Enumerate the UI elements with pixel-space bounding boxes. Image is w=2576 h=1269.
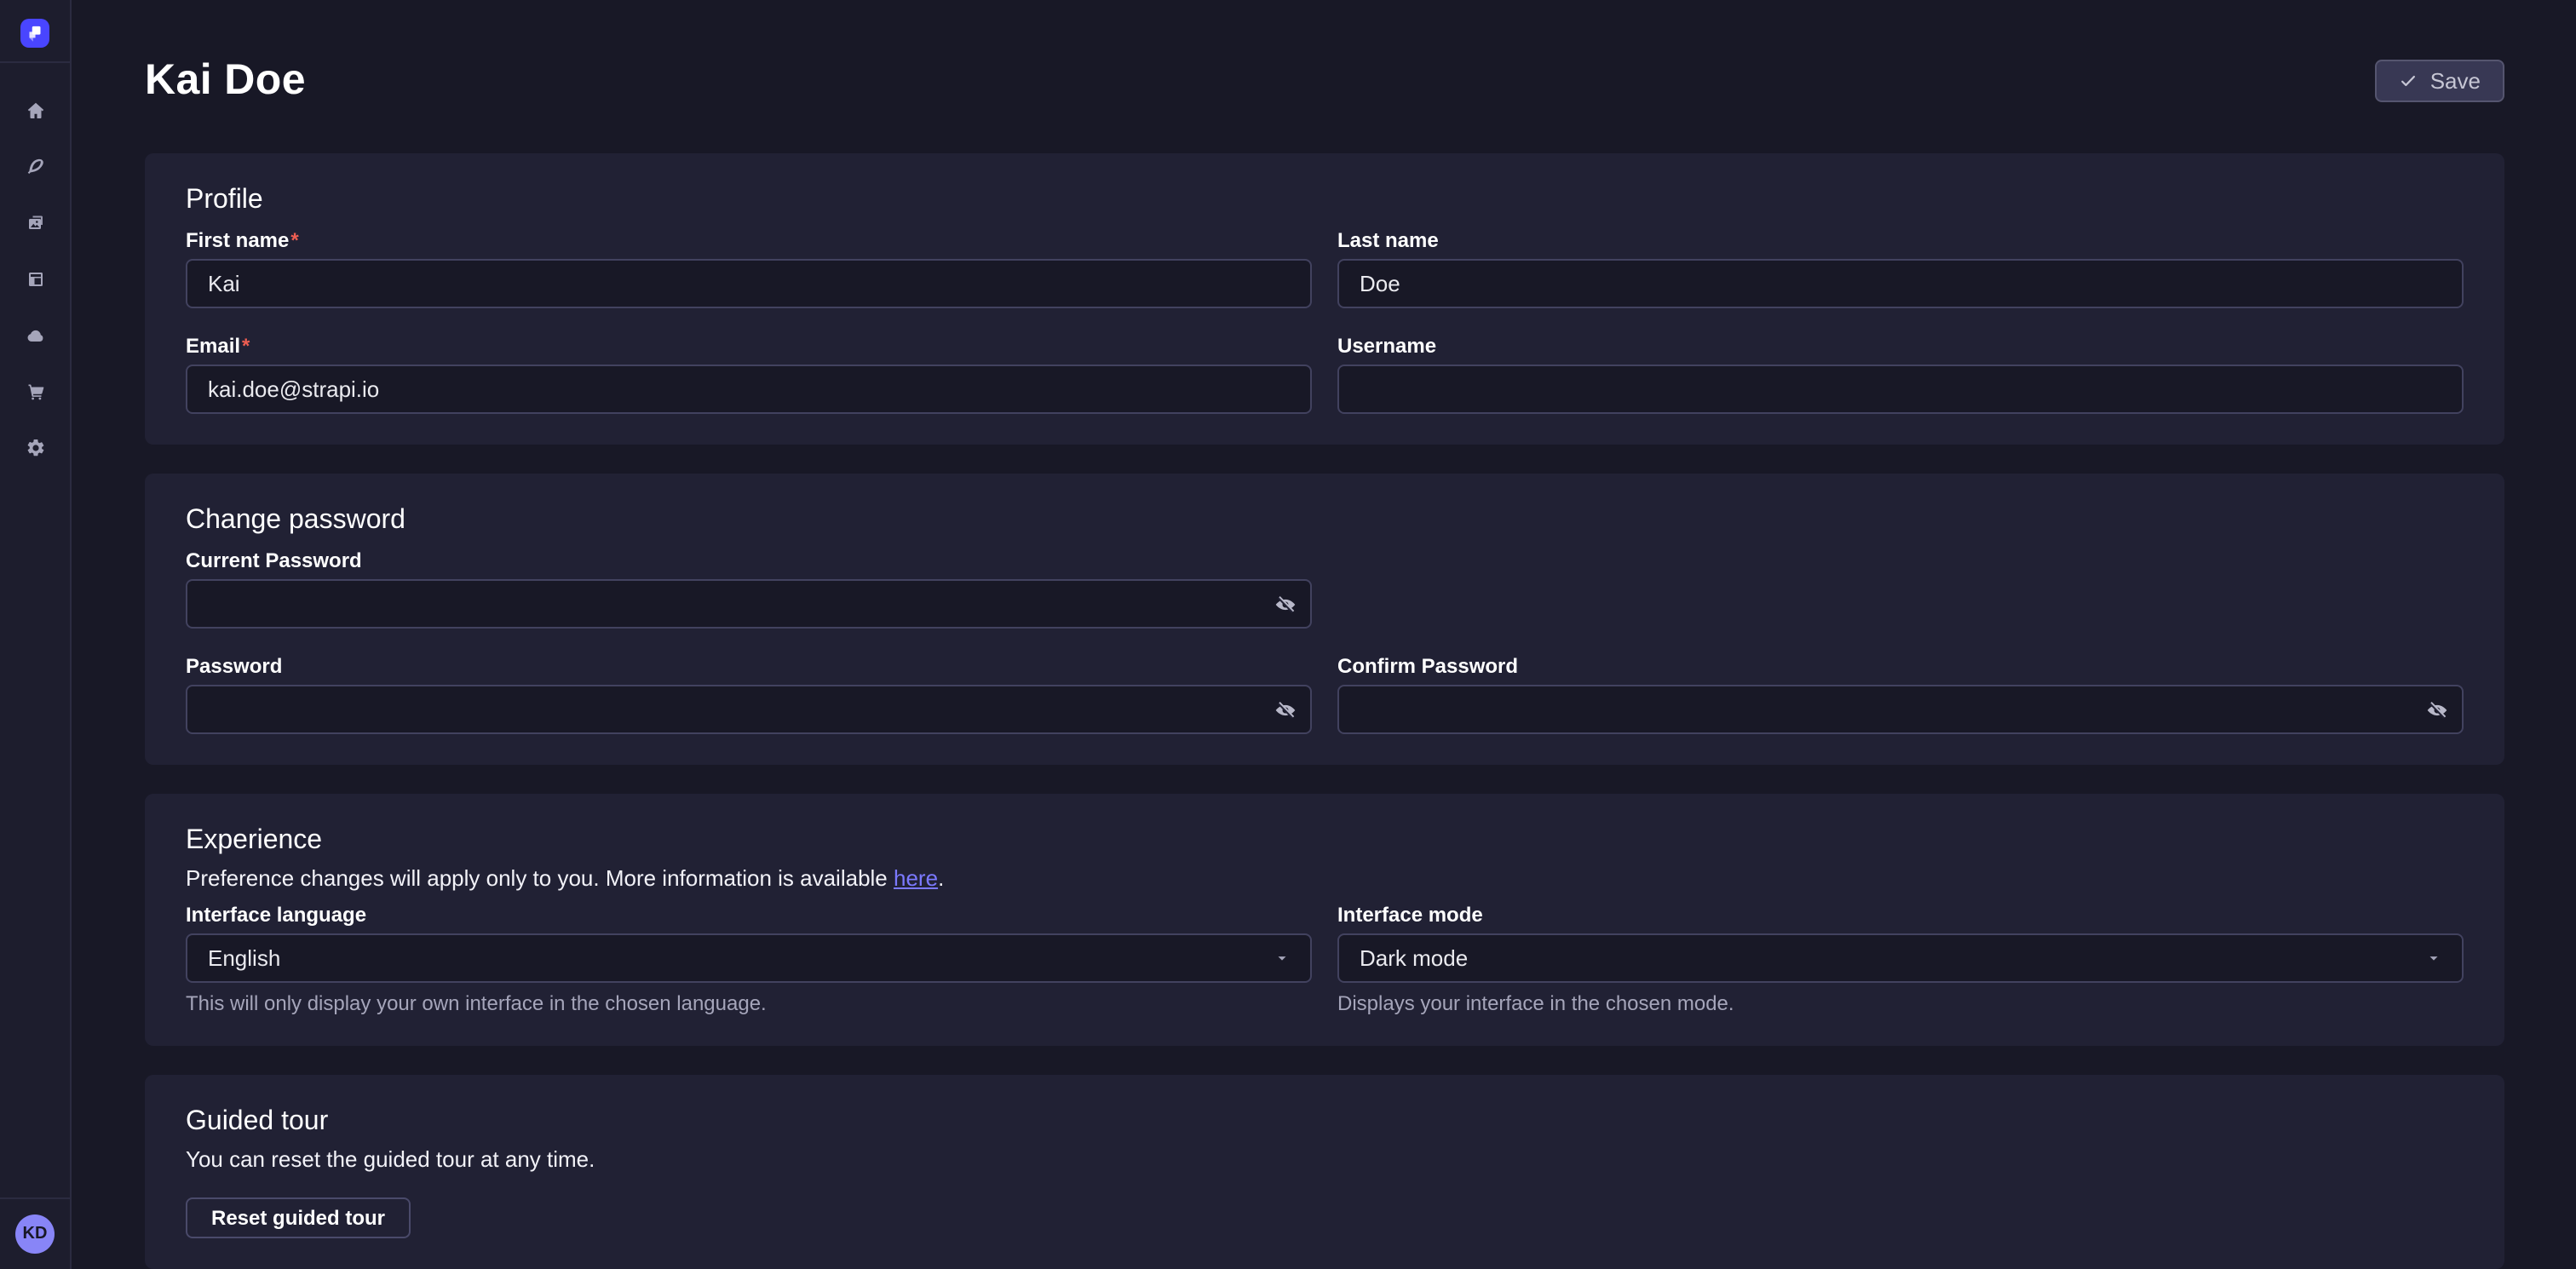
interface-mode-value: Dark mode	[1360, 945, 1468, 971]
home-icon	[25, 100, 45, 121]
sidebar-item-home[interactable]	[25, 100, 45, 121]
current-password-label: Current Password	[186, 548, 1312, 574]
eye-slash-icon	[2424, 698, 2449, 721]
check-icon	[2400, 71, 2418, 89]
sidebar-item-cloud[interactable]	[25, 325, 45, 346]
first-name-label: First name*	[186, 228, 1312, 254]
here-link[interactable]: here	[894, 865, 938, 891]
profile-section: Profile First name* Last name Email* Use…	[145, 153, 2504, 445]
sidebar-item-media-library[interactable]	[25, 213, 45, 233]
current-password-input[interactable]	[186, 579, 1312, 629]
layout-icon	[25, 269, 45, 290]
username-input[interactable]	[1337, 365, 2464, 414]
email-input[interactable]	[186, 365, 1312, 414]
main-content: Kai Doe Save Profile First name* Last na…	[73, 0, 2576, 1269]
email-field: Email*	[186, 334, 1312, 414]
current-password-field: Current Password	[186, 548, 1312, 629]
sidebar-item-marketplace[interactable]	[25, 382, 45, 402]
sidebar-nav	[0, 63, 70, 458]
sidebar-item-content-manager[interactable]	[25, 157, 45, 177]
interface-mode-label: Interface mode	[1337, 903, 2464, 928]
reset-guided-tour-button[interactable]: Reset guided tour	[186, 1197, 411, 1238]
required-marker: *	[242, 334, 250, 358]
last-name-label: Last name	[1337, 228, 2464, 254]
feather-icon	[25, 157, 45, 177]
sidebar-item-settings[interactable]	[25, 438, 45, 458]
email-label: Email*	[186, 334, 1312, 359]
change-password-title: Change password	[186, 504, 2464, 538]
toggle-current-password-visibility[interactable]	[1259, 581, 1310, 627]
username-field: Username	[1337, 334, 2464, 414]
save-button-label: Save	[2430, 67, 2481, 93]
cloud-icon	[25, 325, 45, 346]
sidebar: KD	[0, 0, 72, 1269]
experience-description: Preference changes will apply only to yo…	[186, 865, 2464, 893]
interface-mode-field: Interface mode Dark mode Displays your i…	[1337, 903, 2464, 1015]
last-name-input[interactable]	[1337, 259, 2464, 308]
interface-language-field: Interface language English This will onl…	[186, 903, 1312, 1015]
guided-tour-section: Guided tour You can reset the guided tou…	[145, 1075, 2504, 1269]
toggle-confirm-password-visibility[interactable]	[2411, 686, 2462, 732]
interface-language-select[interactable]: English	[186, 933, 1312, 983]
page-title: Kai Doe	[145, 56, 306, 104]
username-label: Username	[1337, 334, 2464, 359]
chevron-down-icon	[2426, 950, 2441, 966]
guided-tour-title: Guided tour	[186, 1105, 2464, 1140]
confirm-password-label: Confirm Password	[1337, 654, 2464, 680]
chevron-down-icon	[1274, 950, 1290, 966]
interface-language-label: Interface language	[186, 903, 1312, 928]
strapi-logo-icon	[24, 22, 46, 44]
guided-tour-description: You can reset the guided tour at any tim…	[186, 1146, 2464, 1174]
password-field: Password	[186, 654, 1312, 734]
experience-title: Experience	[186, 824, 2464, 858]
last-name-field: Last name	[1337, 228, 2464, 308]
confirm-password-field: Confirm Password	[1337, 654, 2464, 734]
save-button[interactable]: Save	[2376, 59, 2504, 101]
required-marker: *	[290, 228, 298, 252]
first-name-input[interactable]	[186, 259, 1312, 308]
interface-mode-hint: Displays your interface in the chosen mo…	[1337, 991, 2464, 1015]
strapi-logo[interactable]	[20, 19, 49, 48]
interface-mode-select[interactable]: Dark mode	[1337, 933, 2464, 983]
password-input[interactable]	[186, 685, 1312, 734]
eye-slash-icon	[1272, 592, 1297, 616]
toggle-password-visibility[interactable]	[1259, 686, 1310, 732]
password-label: Password	[186, 654, 1312, 680]
change-password-section: Change password Current Password	[145, 474, 2504, 765]
profile-section-title: Profile	[186, 184, 2464, 218]
images-icon	[25, 213, 45, 233]
page-header: Kai Doe Save	[145, 0, 2504, 104]
cart-icon	[25, 382, 45, 402]
app-root: KD Kai Doe Save Profile First name*	[0, 0, 2576, 1269]
experience-section: Experience Preference changes will apply…	[145, 794, 2504, 1046]
eye-slash-icon	[1272, 698, 1297, 721]
user-avatar[interactable]: KD	[15, 1214, 55, 1254]
gear-icon	[25, 438, 45, 458]
interface-language-hint: This will only display your own interfac…	[186, 991, 1312, 1015]
sidebar-divider-bottom	[0, 1197, 70, 1199]
first-name-field: First name*	[186, 228, 1312, 308]
sidebar-item-content-type-builder[interactable]	[25, 269, 45, 290]
interface-language-value: English	[208, 945, 280, 971]
sidebar-footer: KD	[0, 1197, 70, 1269]
confirm-password-input[interactable]	[1337, 685, 2464, 734]
